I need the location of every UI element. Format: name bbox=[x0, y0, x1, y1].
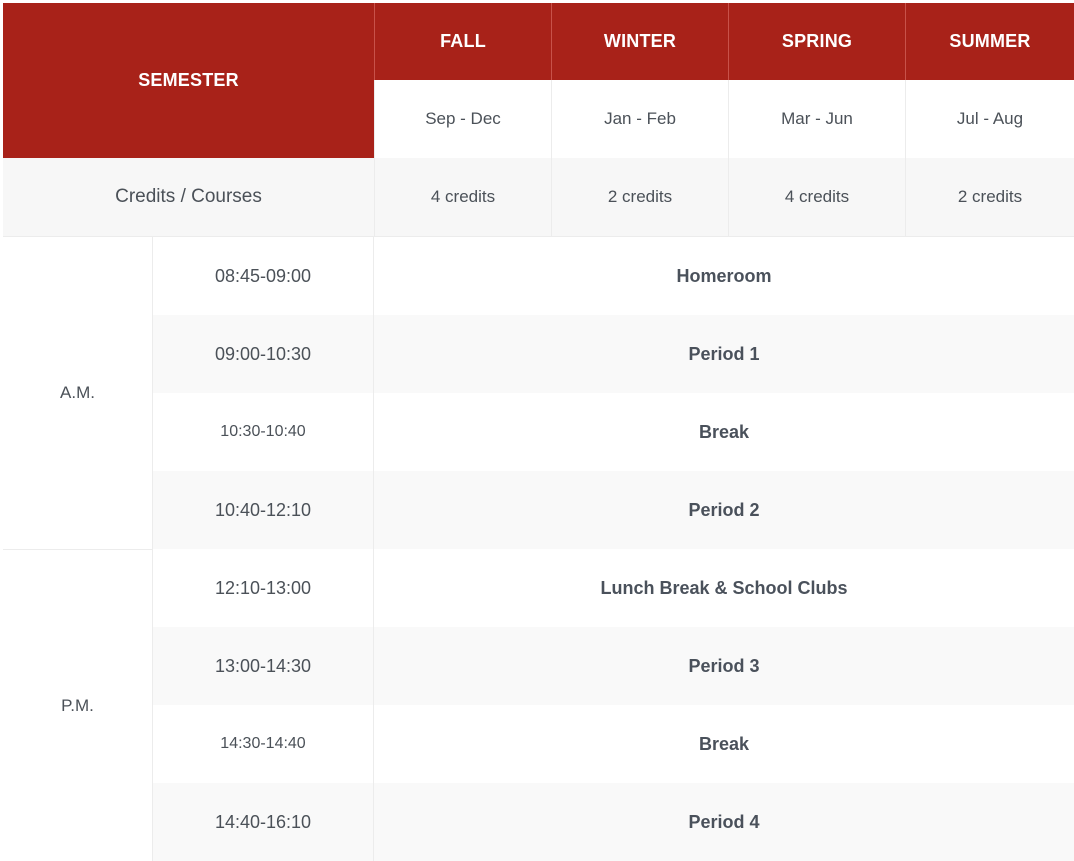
table-row-activity: Period 2 bbox=[374, 471, 1074, 549]
am-label: A.M. bbox=[3, 237, 153, 549]
season-header-summer: SUMMER bbox=[905, 3, 1074, 80]
semester-header: SEMESTER bbox=[3, 3, 374, 158]
credits-fall: 4 credits bbox=[374, 158, 551, 237]
table-row-activity: Homeroom bbox=[374, 237, 1074, 315]
credits-label: Credits / Courses bbox=[3, 158, 374, 237]
pm-label: P.M. bbox=[3, 549, 153, 861]
table-row-time: 09:00-10:30 bbox=[153, 315, 374, 393]
season-range-spring: Mar - Jun bbox=[728, 80, 905, 158]
credits-spring: 4 credits bbox=[728, 158, 905, 237]
table-row-time: 13:00-14:30 bbox=[153, 627, 374, 705]
table-row-activity: Period 1 bbox=[374, 315, 1074, 393]
credits-summer: 2 credits bbox=[905, 158, 1074, 237]
season-range-winter: Jan - Feb bbox=[551, 80, 728, 158]
season-header-winter: WINTER bbox=[551, 3, 728, 80]
table-row-time: 12:10-13:00 bbox=[153, 549, 374, 627]
season-header-spring: SPRING bbox=[728, 3, 905, 80]
table-row-time: 10:40-12:10 bbox=[153, 471, 374, 549]
table-row-activity: Period 3 bbox=[374, 627, 1074, 705]
table-row-activity: Break bbox=[374, 705, 1074, 783]
table-row-time: 14:30-14:40 bbox=[153, 705, 374, 783]
season-header-fall: FALL bbox=[374, 3, 551, 80]
season-range-fall: Sep - Dec bbox=[374, 80, 551, 158]
semester-schedule-table: SEMESTER FALL WINTER SPRING SUMMER Sep -… bbox=[0, 0, 1074, 861]
season-range-summer: Jul - Aug bbox=[905, 80, 1074, 158]
table-row-time: 08:45-09:00 bbox=[153, 237, 374, 315]
table-row-time: 14:40-16:10 bbox=[153, 783, 374, 861]
table-row-activity: Lunch Break & School Clubs bbox=[374, 549, 1074, 627]
table-row-time: 10:30-10:40 bbox=[153, 393, 374, 471]
table-row-activity: Break bbox=[374, 393, 1074, 471]
credits-winter: 2 credits bbox=[551, 158, 728, 237]
table-row-activity: Period 4 bbox=[374, 783, 1074, 861]
